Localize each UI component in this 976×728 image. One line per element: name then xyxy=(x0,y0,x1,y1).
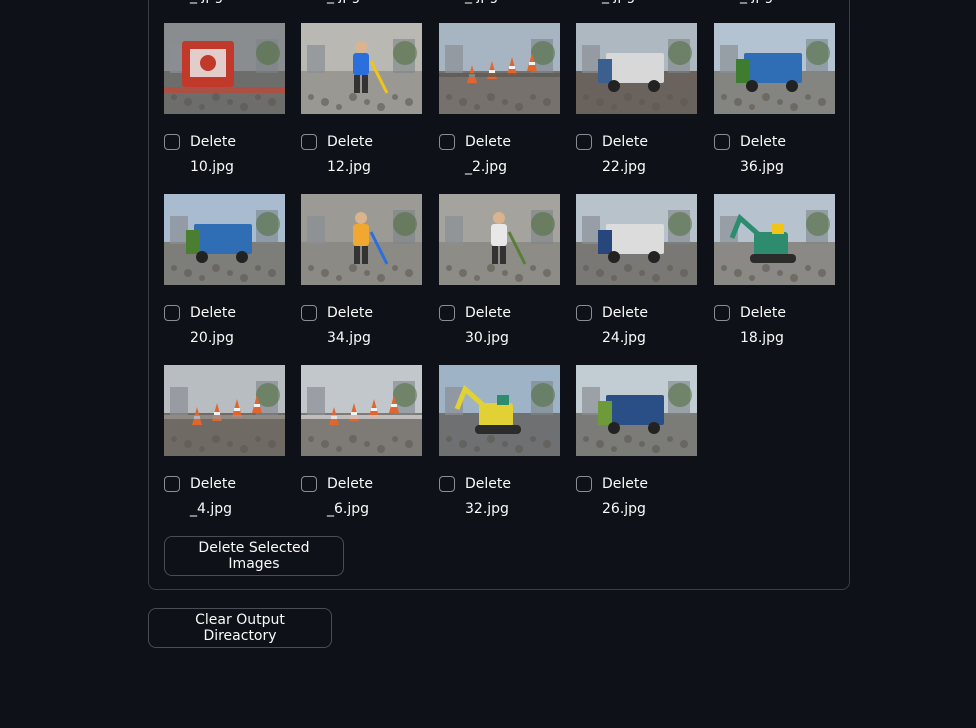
delete-checkbox-label: Delete xyxy=(602,305,648,321)
delete-checkbox-label: Delete xyxy=(190,134,236,150)
image-filename: 32.jpg xyxy=(465,501,509,517)
delete-checkbox[interactable] xyxy=(164,305,180,321)
image-filename: 24.jpg xyxy=(602,330,646,346)
delete-checkbox-label: Delete xyxy=(602,134,648,150)
image-thumbnail xyxy=(164,365,285,456)
image-filename: 18.jpg xyxy=(740,330,784,346)
delete-checkbox[interactable] xyxy=(301,476,317,492)
delete-checkbox-row[interactable]: Delete xyxy=(439,131,511,153)
image-thumbnail xyxy=(164,23,285,114)
image-thumbnail xyxy=(714,194,835,285)
clear-output-directory-button[interactable]: Clear Output Direactory xyxy=(148,608,332,648)
image-thumbnail xyxy=(439,365,560,456)
delete-checkbox-row[interactable]: Delete xyxy=(576,473,648,495)
delete-checkbox-row[interactable]: Delete xyxy=(439,473,511,495)
image-thumbnail xyxy=(576,194,697,285)
image-thumbnail xyxy=(576,23,697,114)
delete-checkbox-row[interactable]: Delete xyxy=(714,302,786,324)
delete-checkbox-label: Delete xyxy=(190,476,236,492)
delete-checkbox[interactable] xyxy=(439,305,455,321)
delete-checkbox[interactable] xyxy=(714,305,730,321)
image-thumbnail xyxy=(164,194,285,285)
delete-checkbox[interactable] xyxy=(164,476,180,492)
image-filename-cropped: _.jpg xyxy=(740,0,773,6)
image-filename: _6.jpg xyxy=(327,501,370,517)
image-filename: 34.jpg xyxy=(327,330,371,346)
delete-checkbox-label: Delete xyxy=(465,134,511,150)
delete-checkbox-label: Delete xyxy=(602,476,648,492)
delete-checkbox[interactable] xyxy=(164,134,180,150)
image-filename-cropped: _.jpg xyxy=(190,0,223,6)
delete-checkbox-label: Delete xyxy=(740,305,786,321)
delete-checkbox-label: Delete xyxy=(465,305,511,321)
app-main: _.jpg _.jpg _.jpg _.jpg _.jpg Delete 10.jpg Del… xyxy=(0,0,976,728)
image-filename: 30.jpg xyxy=(465,330,509,346)
delete-checkbox-label: Delete xyxy=(190,305,236,321)
delete-checkbox-row[interactable]: Delete xyxy=(714,131,786,153)
delete-checkbox[interactable] xyxy=(714,134,730,150)
image-filename: 10.jpg xyxy=(190,159,234,175)
delete-checkbox-row[interactable]: Delete xyxy=(439,302,511,324)
image-thumbnail xyxy=(439,23,560,114)
delete-checkbox-label: Delete xyxy=(740,134,786,150)
delete-checkbox[interactable] xyxy=(301,134,317,150)
delete-checkbox[interactable] xyxy=(439,134,455,150)
delete-checkbox[interactable] xyxy=(576,134,592,150)
image-filename: _2.jpg xyxy=(465,159,508,175)
image-thumbnail xyxy=(439,194,560,285)
delete-selected-images-button[interactable]: Delete Selected Images xyxy=(164,536,344,576)
delete-checkbox-row[interactable]: Delete xyxy=(576,302,648,324)
delete-checkbox-row[interactable]: Delete xyxy=(301,473,373,495)
delete-checkbox-row[interactable]: Delete xyxy=(164,302,236,324)
image-thumbnail xyxy=(301,365,422,456)
image-filename: 20.jpg xyxy=(190,330,234,346)
image-thumbnail xyxy=(714,23,835,114)
delete-checkbox[interactable] xyxy=(576,476,592,492)
image-filename-cropped: _.jpg xyxy=(602,0,635,6)
image-filename: 26.jpg xyxy=(602,501,646,517)
image-filename: 12.jpg xyxy=(327,159,371,175)
image-filename-cropped: _.jpg xyxy=(465,0,498,6)
image-filename: _4.jpg xyxy=(190,501,233,517)
image-thumbnail xyxy=(576,365,697,456)
delete-checkbox-label: Delete xyxy=(465,476,511,492)
delete-checkbox-row[interactable]: Delete xyxy=(301,131,373,153)
delete-checkbox-row[interactable]: Delete xyxy=(576,131,648,153)
delete-checkbox-label: Delete xyxy=(327,476,373,492)
image-filename: 22.jpg xyxy=(602,159,646,175)
delete-checkbox[interactable] xyxy=(301,305,317,321)
image-thumbnail xyxy=(301,194,422,285)
delete-checkbox-row[interactable]: Delete xyxy=(164,131,236,153)
image-thumbnail xyxy=(301,23,422,114)
delete-checkbox-row[interactable]: Delete xyxy=(301,302,373,324)
delete-checkbox-label: Delete xyxy=(327,134,373,150)
image-filename: 36.jpg xyxy=(740,159,784,175)
delete-checkbox-row[interactable]: Delete xyxy=(164,473,236,495)
delete-checkbox[interactable] xyxy=(576,305,592,321)
image-filename-cropped: _.jpg xyxy=(327,0,360,6)
delete-checkbox-label: Delete xyxy=(327,305,373,321)
delete-checkbox[interactable] xyxy=(439,476,455,492)
